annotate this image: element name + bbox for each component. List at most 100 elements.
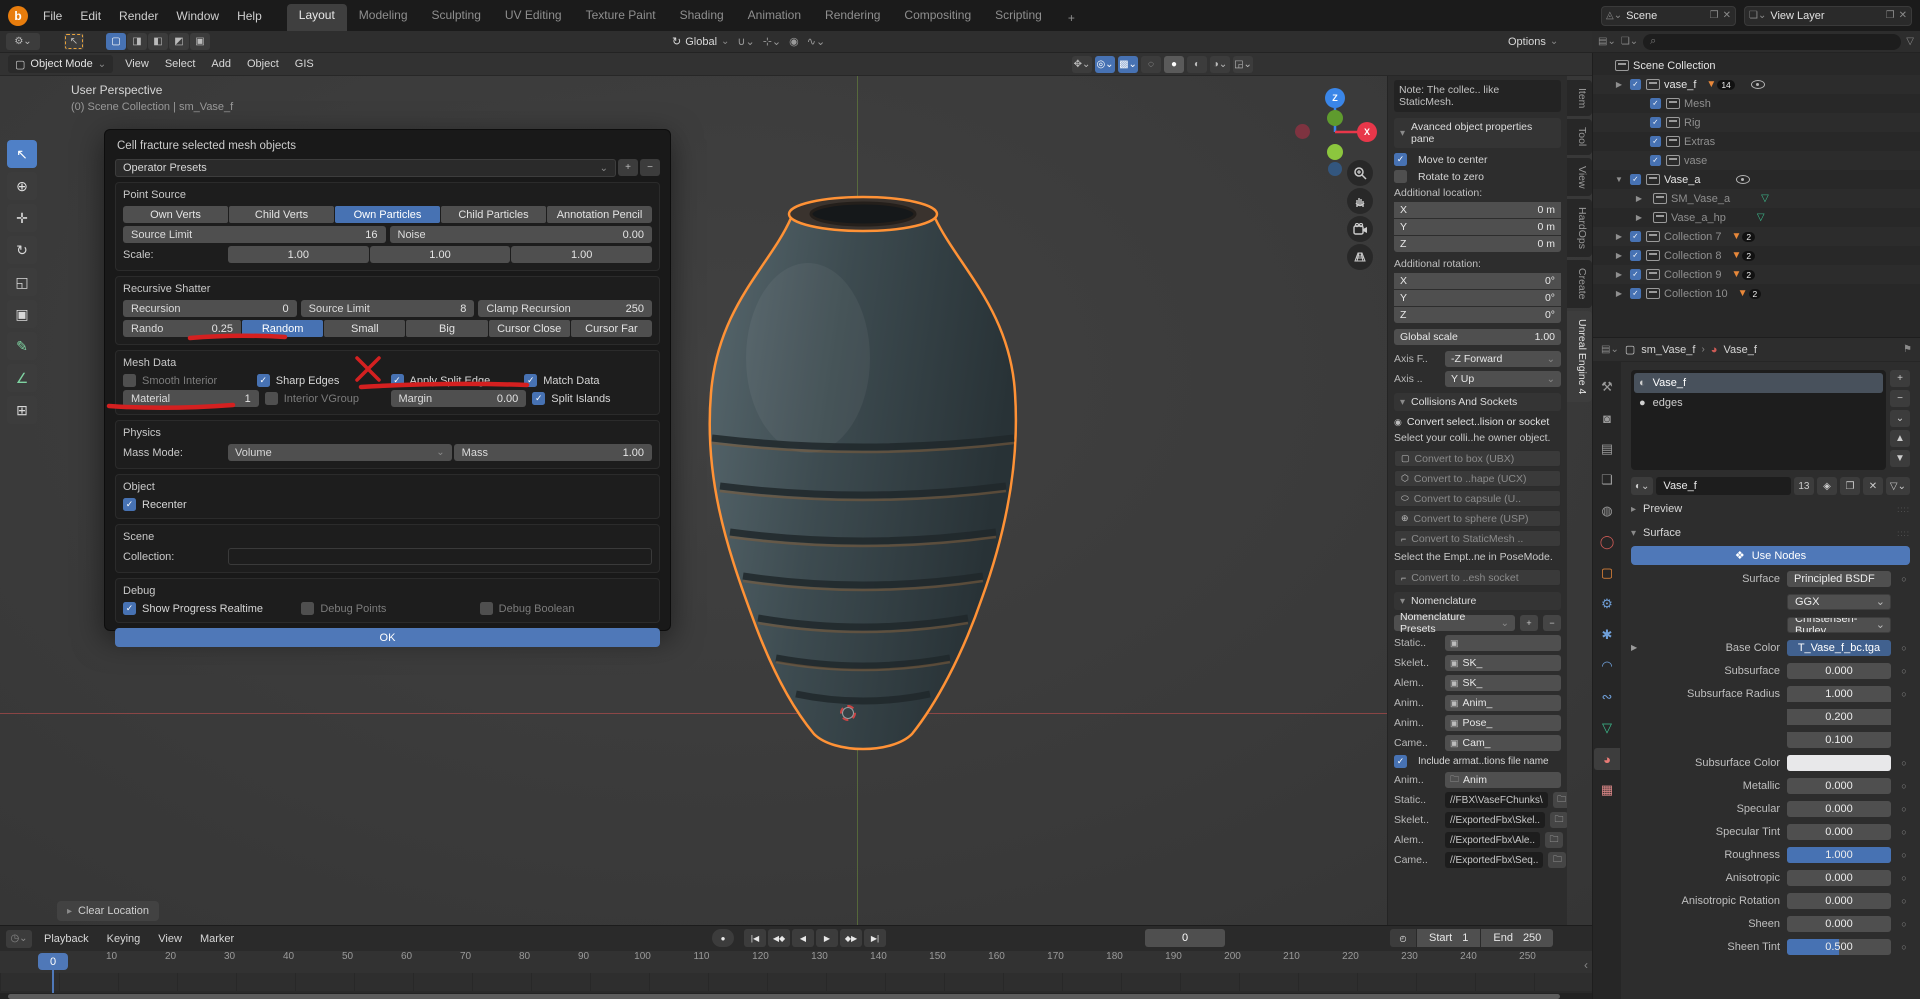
collection-checkbox[interactable] [1630,269,1641,280]
mesh-data-checkbox[interactable]: Smooth Interior [123,374,251,387]
slot-button[interactable]: − [1890,390,1910,407]
options-dropdown[interactable]: Options⌄ [1508,36,1558,48]
record-button[interactable]: ● [712,929,734,947]
sidebar-tab[interactable]: Tool [1567,119,1592,154]
unlink-icon[interactable]: ✕ [1863,477,1883,495]
select-mode-intersect[interactable]: ▣ [190,33,210,50]
material-slot[interactable]: ●edges [1634,393,1883,413]
browse-folder-button[interactable]: 🗀 [1553,792,1567,808]
collection-checkbox[interactable] [1630,79,1641,90]
random-factor-field[interactable]: Rando0.25 [123,320,241,337]
prefix-input[interactable]: ▣SK_ [1445,675,1561,691]
view-layer-selector[interactable]: ❏⌄ View Layer ❐ ✕ [1744,6,1912,26]
properties-tab[interactable]: ◙ [1594,407,1620,429]
copy-icon[interactable]: ❐ [1710,10,1719,21]
outliner-row[interactable]: vase [1593,151,1920,170]
mode-dropdown[interactable]: ▢ Object Mode⌄ [8,55,113,73]
toolbar-tool-button[interactable]: ∠ [7,364,37,392]
prefix-input[interactable]: ▣Pose_ [1445,715,1561,731]
animate-dot-icon[interactable]: ○ [1898,666,1910,676]
expand-arrow-icon[interactable]: ▶ [1631,643,1641,652]
mesh-data-checkbox[interactable]: Sharp Edges [257,374,385,387]
animate-dot-icon[interactable]: ○ [1898,827,1910,837]
ok-button[interactable]: OK [115,628,660,647]
pin-icon[interactable]: ⚑ [1903,344,1912,355]
outliner-row[interactable]: Mesh [1593,94,1920,113]
location-field[interactable]: Y0 m [1394,219,1561,235]
mesh-data-checkbox[interactable]: Apply Split Edge [391,374,519,387]
breadcrumb-object[interactable]: sm_Vase_f [1641,344,1695,356]
topbar-menu[interactable]: Window [167,6,228,26]
toolbar-tool-button[interactable]: ✎ [7,332,37,360]
surface-section[interactable]: ▾Surface:::: [1631,523,1910,543]
field-control[interactable]: T_Vase_f_bc.tga [1787,640,1891,656]
properties-tab[interactable]: ▤ [1594,438,1620,460]
material-field[interactable]: Material1 [123,390,259,407]
workspace-tab[interactable]: Sculpting [420,4,493,31]
prefix-input[interactable]: ▣ [1445,635,1561,651]
prefix-input[interactable]: ▣SK_ [1445,655,1561,671]
workspace-tab[interactable]: Shading [668,4,736,31]
shading-rendered-icon[interactable]: ◑⌄ [1210,56,1230,73]
properties-tab[interactable]: ◯ [1594,531,1620,553]
expand-icon[interactable]: ▶ [1613,232,1625,241]
copy-material-icon[interactable]: ❐ [1840,477,1860,495]
timeline-menu[interactable]: Marker [192,931,242,947]
outliner-row[interactable]: Rig [1593,113,1920,132]
field-control[interactable]: 0.000 [1787,778,1891,794]
playhead[interactable] [52,967,54,993]
convert-button-disabled[interactable]: ⬭Convert to capsule (U.. [1394,490,1561,507]
expand-icon[interactable]: ▶ [1613,270,1625,279]
vase-object[interactable] [698,188,1028,758]
field-control[interactable]: GGX [1787,594,1891,610]
properties-tab[interactable]: ◠ [1594,655,1620,677]
path-input[interactable]: //ExportedFbx\Skel.. [1445,812,1545,828]
viewport-menu[interactable]: Object [239,56,287,72]
topbar-menu[interactable]: Edit [71,6,110,26]
field-control[interactable]: Christensen-Burley [1787,617,1891,633]
snap-target-icon[interactable]: ⊹⌄ [763,35,781,48]
grid-ortho-icon[interactable] [1347,244,1373,270]
convert-button-disabled[interactable]: ⬡Convert to ..hape (UCX) [1394,470,1561,487]
visibility-toggle[interactable] [1751,80,1765,89]
animate-dot-icon[interactable]: ○ [1898,643,1910,653]
outliner-row[interactable]: ▶ Collection 8 ▼2 [1593,246,1920,265]
gizmo-z-axis[interactable]: Z [1325,88,1345,108]
toolbar-tool-button[interactable]: ⊞ [7,396,37,424]
collection-input[interactable] [228,548,652,565]
global-scale-slider[interactable]: Global scale1.00 [1394,329,1561,345]
interior-vgroup-checkbox[interactable]: Interior VGroup [265,390,385,407]
recursion-mode-button[interactable]: Small [324,320,405,337]
users-count-button[interactable]: 13 [1794,477,1814,495]
include-armature-checkbox[interactable]: Include armat..tions file name [1394,755,1561,768]
gizmo-x-neg[interactable] [1295,124,1310,139]
properties-editor-icon[interactable]: ▤⌄ [1601,344,1619,355]
nomenclature-header[interactable]: ▾Nomenclature [1394,592,1561,610]
camera-view-icon[interactable] [1347,216,1373,242]
field-control[interactable]: 0.000 [1787,916,1891,932]
gizmo-x-axis[interactable]: X [1357,122,1377,142]
expand-icon[interactable]: ▼ [1613,175,1625,184]
outliner-row[interactable]: ▶ Collection 7 ▼2 [1593,227,1920,246]
visibility-toggle[interactable] [1736,175,1750,184]
topbar-menu[interactable]: File [34,6,71,26]
tool-dropdown[interactable]: ⚙⌄ [6,33,40,50]
add-preset-button[interactable]: + [1520,615,1538,631]
viewport-menu[interactable]: Add [203,56,239,72]
transport-button[interactable]: |◀ [744,929,766,947]
sidebar-tab[interactable]: Item [1567,80,1592,116]
transport-button[interactable]: ▶ [816,929,838,947]
select-mode-invert[interactable]: ◩ [169,33,189,50]
properties-tab[interactable]: ▦ [1594,779,1620,801]
scrollbar-thumb[interactable] [8,994,1560,999]
outliner-row[interactable]: ▶ Collection 10 ▼2 [1593,284,1920,303]
xray-toggle-icon[interactable]: ▩⌄ [1118,56,1138,73]
animate-dot-icon[interactable]: ○ [1898,873,1910,883]
convert-button-disabled[interactable]: ▢Convert to box (UBX) [1394,450,1561,467]
slot-button[interactable]: ▲ [1890,430,1910,447]
outliner-search-input[interactable]: ⌕ [1643,34,1901,50]
gizmo-y-back[interactable] [1327,110,1343,126]
transport-button[interactable]: ◆▶ [840,929,862,947]
toolbar-tool-button[interactable]: ↻ [7,236,37,264]
shading-solid-icon[interactable]: ● [1164,56,1184,73]
